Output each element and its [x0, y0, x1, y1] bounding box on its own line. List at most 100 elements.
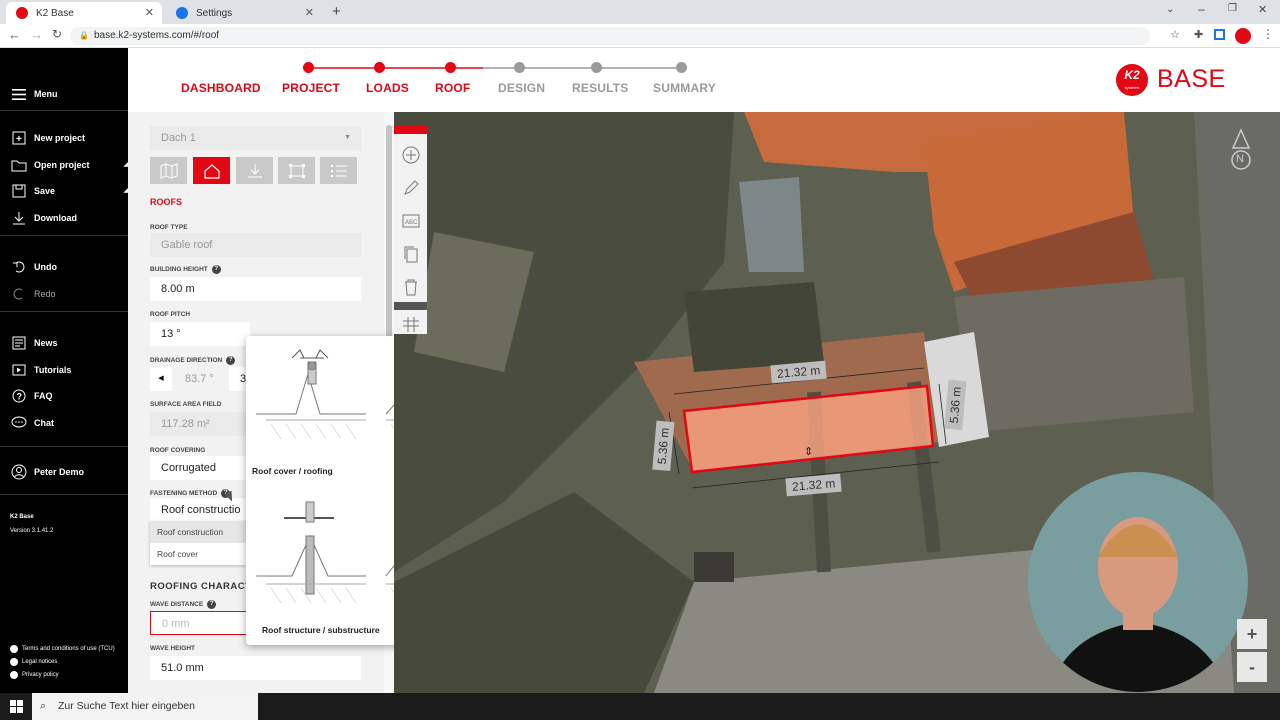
taskbar-search[interactable]: ⌕ Zur Suche Text hier eingeben [32, 693, 258, 720]
back-icon[interactable]: ← [8, 27, 21, 42]
info-icon [10, 658, 18, 666]
zoom-add-tool[interactable] [394, 138, 427, 171]
download-icon [10, 210, 28, 226]
step-dashboard[interactable]: DASHBOARD [181, 81, 261, 95]
new-project-button[interactable]: + New project [10, 128, 85, 148]
dropdown-option[interactable]: Roof construction [150, 521, 246, 543]
help-icon[interactable]: ? [226, 356, 236, 365]
user-profile[interactable]: Peter Demo [10, 462, 84, 482]
roof-view-button[interactable] [193, 157, 230, 184]
new-tab-icon[interactable]: + [332, 3, 341, 20]
help-icon[interactable]: ? [207, 600, 217, 609]
area-button[interactable] [278, 157, 315, 184]
section-title: ROOFS [150, 197, 183, 207]
trash-icon [404, 279, 417, 295]
windows-start-icon[interactable] [10, 700, 23, 718]
label-text: DRAINAGE DIRECTION [150, 357, 223, 365]
drainage-input[interactable]: 83.7 ° [174, 367, 226, 391]
drainage-label: DRAINAGE DIRECTION? [150, 356, 236, 365]
url-field[interactable]: 🔒 base.k2-systems.com/#/roof [70, 27, 1150, 45]
presenter-image [1048, 517, 1228, 692]
wave-distance-input[interactable]: 0 mm [150, 611, 250, 635]
help-icon[interactable]: ? [211, 265, 221, 274]
step-design[interactable]: DESIGN [498, 81, 545, 95]
grid-tool[interactable] [394, 312, 427, 336]
minimize-icon[interactable]: – [1198, 2, 1205, 16]
satellite-map[interactable]: ⇕ 21.32 m 21.32 m 5.36 m 5.36 m N [394, 112, 1280, 693]
label-text: BUILDING HEIGHT [150, 266, 208, 274]
download-icon [247, 163, 262, 177]
draw-tool[interactable] [394, 171, 427, 204]
chevron-left-icon[interactable]: ◀ [150, 367, 172, 391]
roof-select-value: Dach 1 [161, 132, 196, 144]
step-results[interactable]: RESULTS [572, 81, 629, 95]
surface-area-field: 117.28 m² [150, 412, 250, 436]
close-tab-icon[interactable]: ✕ [305, 6, 314, 19]
faq-button[interactable]: ? FAQ [10, 386, 53, 406]
step-project[interactable]: PROJECT [282, 81, 340, 95]
svg-text:?: ? [17, 392, 23, 402]
app-name: K2 Base [10, 514, 34, 520]
roof-covering-select[interactable]: Corrugated [150, 456, 250, 480]
profile-avatar[interactable] [1235, 28, 1251, 44]
windows-taskbar: ⌕ Zur Suche Text hier eingeben [0, 693, 1280, 720]
news-button[interactable]: News [10, 333, 58, 353]
map-view-button[interactable] [150, 157, 187, 184]
sidebar-icon[interactable] [1214, 29, 1225, 40]
label-tool[interactable]: ABC [394, 204, 427, 237]
step-loads[interactable]: LOADS [366, 81, 409, 95]
menu-item-label: Tutorials [34, 365, 72, 375]
zoom-in-button[interactable]: + [1237, 619, 1267, 649]
bookmark-star-icon[interactable]: ☆ [1170, 28, 1180, 41]
tab-settings[interactable]: Settings ✕ [166, 2, 322, 24]
save-button[interactable]: Save ◢ [10, 181, 128, 201]
legal-link-privacy[interactable]: Privacy policy [10, 671, 59, 679]
text-label-icon: ABC [402, 214, 419, 227]
delete-tool[interactable] [394, 270, 427, 303]
compass-icon[interactable]: N [1228, 128, 1254, 170]
open-project-button[interactable]: Open project ◢ [10, 155, 128, 175]
tutorials-button[interactable]: Tutorials [10, 360, 71, 380]
chat-button[interactable]: Chat [10, 413, 54, 433]
extensions-icon[interactable]: ✚ [1194, 28, 1203, 41]
logo-subtext: systems [1124, 85, 1140, 90]
close-tab-icon[interactable]: ✕ [145, 6, 154, 19]
roof-select[interactable]: Dach 1 ▼ [150, 126, 361, 150]
step-roof[interactable]: ROOF [435, 81, 470, 95]
undo-button[interactable]: Undo [10, 257, 57, 277]
list-button[interactable] [320, 157, 357, 184]
menu-button[interactable]: Menu [10, 84, 58, 104]
step-dot-results [591, 62, 602, 73]
forward-icon[interactable]: → [30, 27, 43, 42]
window-close-icon[interactable]: ✕ [1258, 3, 1267, 16]
step-summary[interactable]: SUMMARY [653, 81, 716, 95]
tab-search-icon[interactable]: ⌄ [1166, 4, 1174, 15]
menu-item-label: Chat [34, 418, 54, 428]
tab-k2-base[interactable]: K2 Base ✕ [6, 2, 162, 24]
app-version: Version 3.1.41.2 [10, 528, 54, 534]
play-icon [10, 362, 28, 378]
menu-item-label: News [34, 338, 58, 348]
move-handle-icon[interactable]: ⇕ [804, 445, 813, 458]
copy-tool[interactable] [394, 237, 427, 270]
redo-button[interactable]: Redo [10, 284, 56, 304]
building-height-input[interactable]: 8.00 m [150, 277, 361, 301]
wave-height-input[interactable]: 51.0 mm [150, 656, 361, 680]
fastening-method-select[interactable]: Roof constructio [150, 498, 250, 522]
svg-text:ABC: ABC [405, 220, 418, 226]
tooltip-caption-top: Roof cover / roofing [252, 466, 333, 476]
more-menu-icon[interactable]: ⋮ [1262, 27, 1274, 41]
divider [0, 110, 128, 111]
dropdown-option[interactable]: Roof cover [150, 543, 246, 565]
import-button[interactable] [236, 157, 273, 184]
map-icon [160, 162, 177, 179]
menu-item-label: Download [34, 213, 77, 223]
restore-icon[interactable]: ❐ [1228, 3, 1237, 14]
map-tools: ABC [394, 134, 427, 334]
legal-link-tcu[interactable]: Terms and conditions of use (TCU) [10, 645, 115, 653]
legal-link-notices[interactable]: Legal notices [10, 658, 57, 666]
download-button[interactable]: Download [10, 208, 77, 228]
reload-icon[interactable]: ↻ [52, 27, 62, 41]
zoom-out-button[interactable]: - [1237, 652, 1267, 682]
roof-pitch-input[interactable]: 13 ° [150, 322, 250, 346]
